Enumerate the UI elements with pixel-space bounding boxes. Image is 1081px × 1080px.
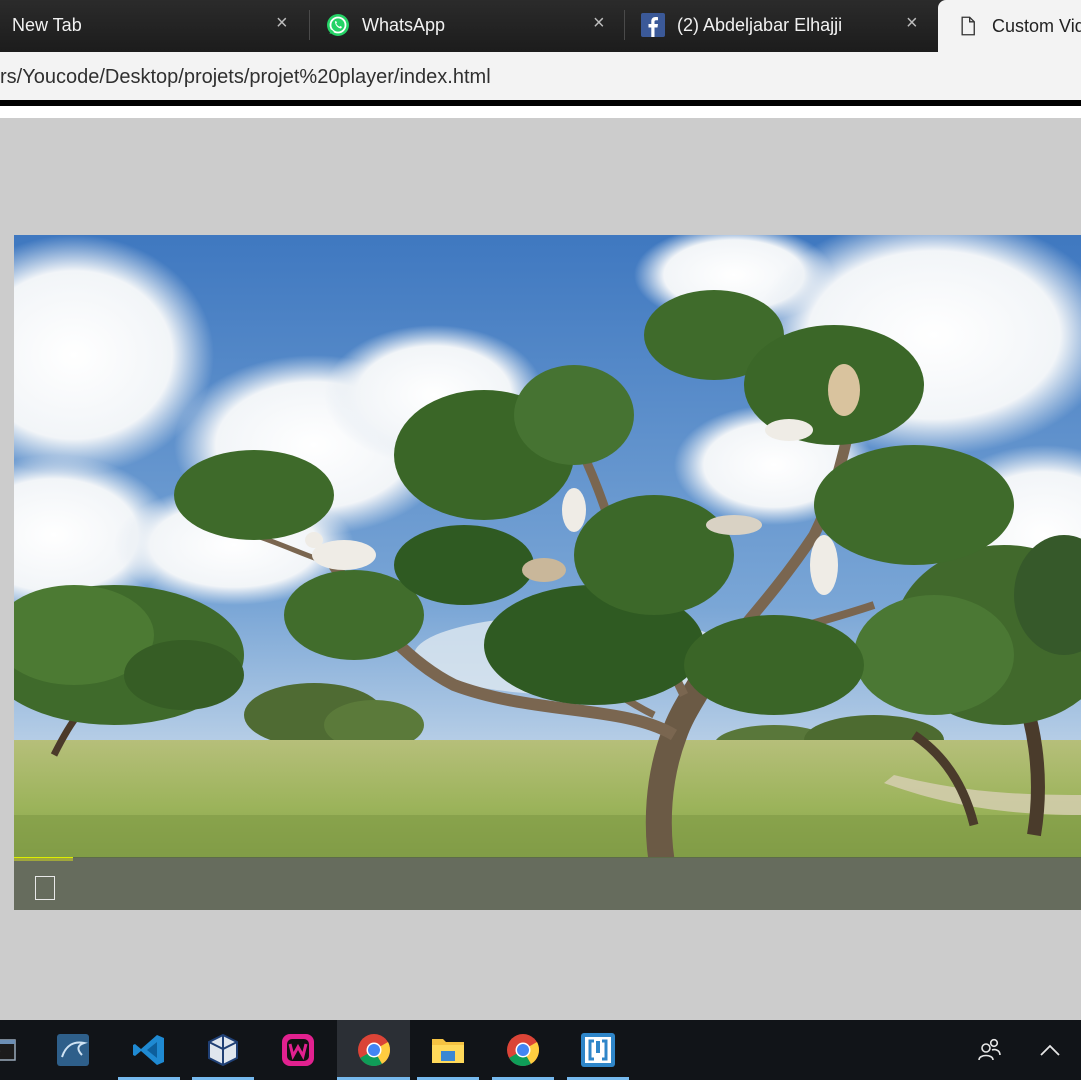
- tab-label: New Tab: [12, 14, 82, 35]
- close-icon[interactable]: ×: [593, 12, 605, 35]
- taskbar-mysql-workbench[interactable]: [42, 1020, 104, 1080]
- tab-label: Custom Vid: [992, 15, 1081, 36]
- virtualbox-icon: [208, 1033, 238, 1067]
- url-text[interactable]: rs/Youcode/Desktop/projets/projet%20play…: [0, 66, 491, 89]
- facebook-icon: [641, 13, 665, 37]
- close-icon[interactable]: ×: [906, 12, 918, 35]
- mysql-workbench-icon: [57, 1034, 89, 1066]
- tab-label: WhatsApp: [362, 14, 446, 35]
- taskbar-vscode[interactable]: [118, 1020, 180, 1080]
- player-controls: [14, 858, 1081, 910]
- chevron-up-icon: [1040, 1044, 1060, 1056]
- whatsapp-icon: [327, 14, 349, 36]
- taskbar-terminal[interactable]: [0, 1020, 34, 1080]
- tray-people[interactable]: [970, 1020, 1010, 1080]
- tab-new-tab[interactable]: New Tab ×: [0, 0, 310, 50]
- tab-custom-video[interactable]: Custom Vid: [938, 0, 1081, 52]
- taskbar-virtualbox[interactable]: [192, 1020, 254, 1080]
- taskbar-brackets[interactable]: [567, 1020, 629, 1080]
- windows-taskbar: [0, 1020, 1081, 1080]
- browser-tab-strip: New Tab × WhatsApp × (2) Abdeljabar Elha…: [0, 0, 1081, 52]
- terminal-icon: [0, 1039, 16, 1061]
- tray-show-hidden-icons[interactable]: [1030, 1020, 1070, 1080]
- taskbar-wampserver[interactable]: [267, 1020, 329, 1080]
- chrome-icon: [357, 1034, 390, 1067]
- wampserver-icon: [282, 1034, 314, 1066]
- people-icon: [978, 1038, 1001, 1061]
- document-icon: [961, 16, 975, 36]
- address-bar[interactable]: rs/Youcode/Desktop/projets/projet%20play…: [0, 52, 1081, 102]
- tab-label: (2) Abdeljabar Elhajji: [677, 14, 843, 35]
- play-pause-button[interactable]: [35, 876, 55, 900]
- taskbar-file-explorer[interactable]: [417, 1020, 479, 1080]
- taskbar-chrome[interactable]: [492, 1020, 554, 1080]
- page-top-strip: [0, 106, 1081, 118]
- file-explorer-icon: [432, 1039, 464, 1063]
- brackets-icon: [581, 1033, 615, 1067]
- video-player[interactable]: [14, 235, 1081, 910]
- taskbar-chrome-active[interactable]: [337, 1020, 410, 1080]
- vscode-icon: [133, 1035, 164, 1065]
- tab-facebook[interactable]: (2) Abdeljabar Elhajji ×: [625, 0, 937, 50]
- video-frame: [14, 235, 1081, 910]
- chrome-icon: [507, 1034, 540, 1067]
- tab-whatsapp[interactable]: WhatsApp ×: [310, 0, 625, 50]
- close-icon[interactable]: ×: [276, 12, 288, 35]
